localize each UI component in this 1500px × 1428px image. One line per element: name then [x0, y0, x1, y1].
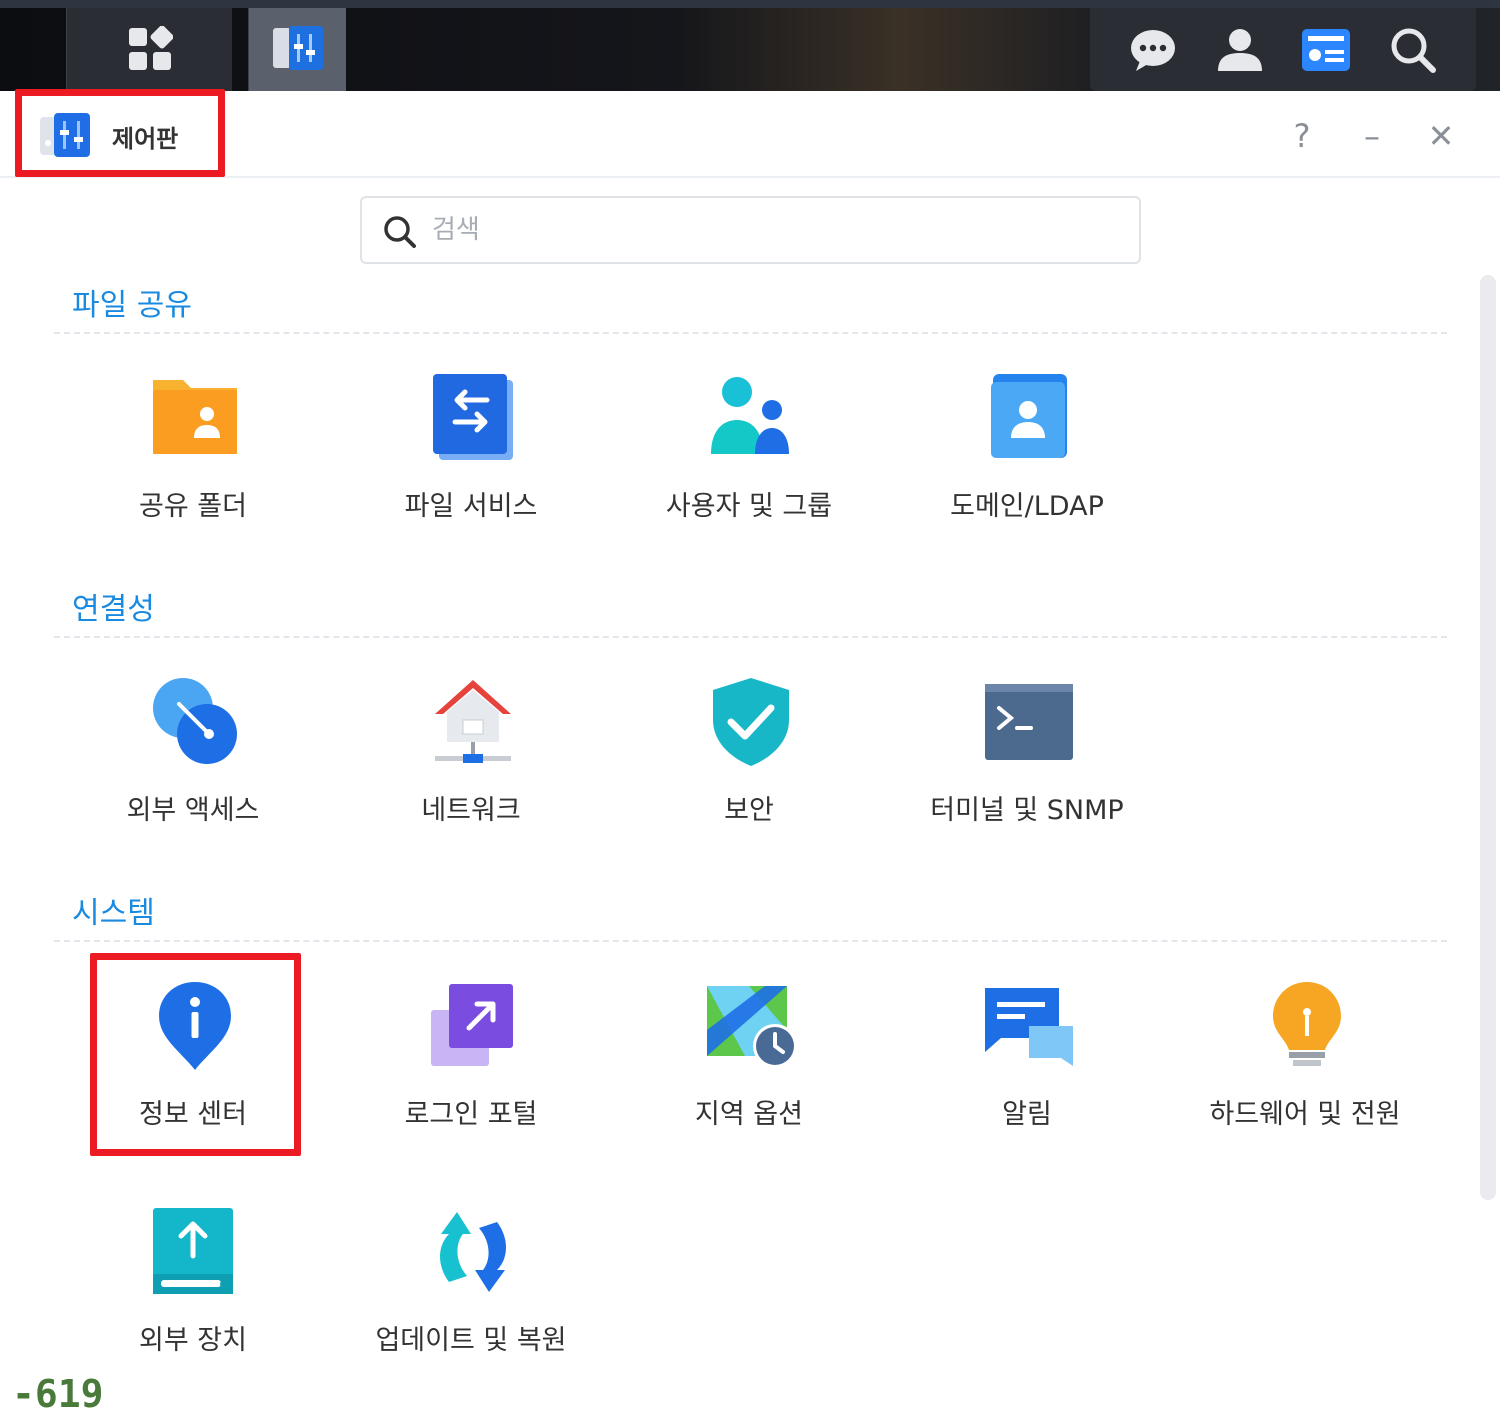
- taskbar-left-group: [26, 8, 346, 91]
- item-label: 네트워크: [421, 795, 521, 826]
- item-label: 사용자 및 그룹: [665, 491, 833, 522]
- item-label: 하드웨어 및 전원: [1209, 1099, 1401, 1130]
- item-hardware-power[interactable]: 하드웨어 및 전원: [1165, 980, 1445, 1180]
- item-network[interactable]: 네트워크: [331, 676, 611, 876]
- widgets-icon[interactable]: [1301, 25, 1351, 75]
- search-box: [360, 196, 1141, 264]
- item-label: 외부 액세스: [126, 795, 260, 826]
- item-security[interactable]: 보안: [609, 676, 889, 876]
- window-header: 제어판: [0, 91, 1500, 178]
- terminal-icon: [985, 684, 1073, 760]
- item-terminal-snmp[interactable]: 터미널 및 SNMP: [887, 676, 1167, 876]
- user-group-icon: [711, 377, 789, 454]
- item-external-access[interactable]: 외부 액세스: [53, 676, 333, 876]
- main-menu-icon: [129, 26, 173, 70]
- external-access-icon: [153, 678, 237, 764]
- section-divider: [54, 636, 1447, 638]
- close-button[interactable]: ✕: [1421, 116, 1461, 156]
- section-title-system: 시스템: [72, 896, 155, 931]
- taskbar: [0, 0, 1500, 91]
- network-icon: [435, 680, 511, 763]
- section-title-file-sharing: 파일 공유: [72, 288, 192, 323]
- file-services-icon: [433, 374, 513, 460]
- item-label: 외부 장치: [139, 1325, 247, 1356]
- hardware-power-icon: [1273, 982, 1341, 1066]
- highlight-box-title: [15, 89, 225, 177]
- item-login-portal[interactable]: 로그인 포털: [331, 980, 611, 1180]
- security-shield-icon: [713, 678, 789, 766]
- regional-options-icon: [707, 986, 797, 1068]
- highlight-box-info-center: [90, 953, 301, 1156]
- chat-icon[interactable]: [1128, 25, 1178, 75]
- item-label: 지역 옵션: [695, 1099, 803, 1130]
- user-icon[interactable]: [1215, 25, 1265, 75]
- item-label: 터미널 및 SNMP: [930, 795, 1124, 826]
- section-divider: [54, 332, 1447, 334]
- section-title-connectivity: 연결성: [72, 592, 155, 627]
- item-label: 업데이트 및 복원: [375, 1325, 567, 1356]
- taskbar-right-group: [1090, 8, 1476, 91]
- section-divider: [54, 940, 1447, 942]
- update-restore-icon: [440, 1212, 506, 1292]
- item-label: 로그인 포털: [404, 1099, 538, 1130]
- item-shared-folder[interactable]: 공유 폴더: [53, 372, 333, 572]
- search-icon[interactable]: [1388, 25, 1438, 75]
- scrollbar[interactable]: [1480, 275, 1496, 1200]
- item-regional-options[interactable]: 지역 옵션: [609, 980, 889, 1180]
- search-input[interactable]: [432, 210, 1122, 250]
- item-user-group[interactable]: 사용자 및 그룹: [609, 372, 889, 572]
- item-label: 파일 서비스: [404, 491, 538, 522]
- external-devices-icon: [153, 1208, 233, 1294]
- item-notification[interactable]: 알림: [887, 980, 1167, 1180]
- shared-folder-icon: [153, 380, 237, 454]
- main-menu-button[interactable]: [66, 8, 232, 91]
- overlay-number: -619: [12, 1372, 104, 1416]
- taskbar-control-panel-button[interactable]: [248, 8, 346, 91]
- item-domain-ldap[interactable]: 도메인/LDAP: [887, 372, 1167, 572]
- search-icon: [384, 216, 416, 248]
- item-label: 도메인/LDAP: [950, 491, 1104, 522]
- item-label: 보안: [724, 795, 774, 826]
- taskbar-top-strip: [0, 0, 1500, 8]
- minimize-button[interactable]: –: [1352, 116, 1392, 156]
- help-button[interactable]: ?: [1282, 116, 1322, 156]
- item-file-services[interactable]: 파일 서비스: [331, 372, 611, 572]
- notification-icon: [985, 988, 1073, 1066]
- control-panel-icon: [273, 26, 323, 70]
- item-update-restore[interactable]: 업데이트 및 복원: [331, 1206, 611, 1406]
- item-label: 알림: [1002, 1099, 1052, 1130]
- item-label: 공유 폴더: [139, 491, 247, 522]
- domain-ldap-icon: [991, 374, 1067, 458]
- login-portal-icon: [431, 984, 513, 1066]
